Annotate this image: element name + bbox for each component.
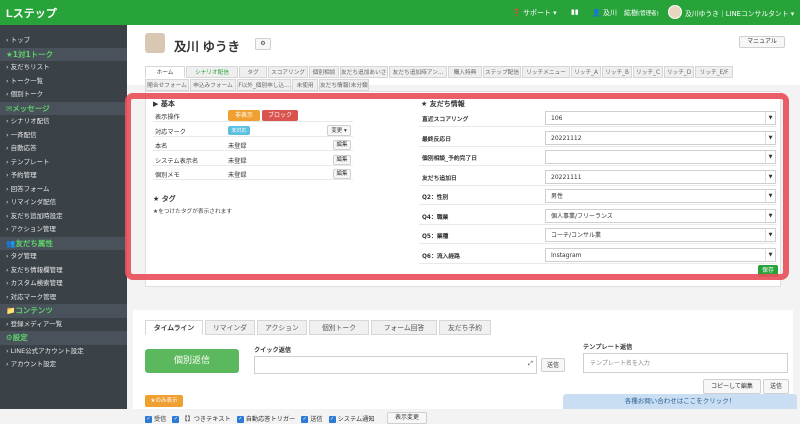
sidebar-item-14[interactable]: › アクション管理: [0, 223, 127, 237]
user-menu[interactable]: 👤 及川 紘樹(管理者): [592, 8, 659, 18]
sidebar-item-8[interactable]: › 自動応答: [0, 142, 127, 156]
sidebar-item-24[interactable]: › アカウント設定: [0, 358, 127, 372]
manual-button[interactable]: マニュアル: [739, 36, 785, 48]
tab2-4[interactable]: 友だち情報(未分類): [319, 79, 369, 91]
tab-5[interactable]: 友だち追加あいさ...: [340, 66, 388, 78]
sidebar-item-18[interactable]: › カスタム検索管理: [0, 277, 127, 291]
quick-reply-input[interactable]: [254, 356, 537, 374]
display-change-button[interactable]: 表示変更: [387, 412, 427, 424]
account-avatar[interactable]: [668, 5, 682, 19]
activity-tab-1[interactable]: リマインダ: [205, 320, 255, 335]
sidebar-item-0[interactable]: › トップ: [0, 34, 127, 48]
template-send-button[interactable]: 送信: [763, 379, 789, 394]
filter-label: 【】つきテキスト: [181, 416, 231, 423]
filter-checkbox[interactable]: ✓ 【】つきテキスト: [172, 415, 231, 423]
checkbox-checked-icon: ✓: [145, 415, 152, 423]
top-navbar: Lステップ ❓ サポート ▾ ▮▮ 👤 及川 紘樹(管理者) 及川ゆうき｜LIN…: [0, 0, 800, 25]
tab-12[interactable]: リッチ_C: [633, 66, 663, 78]
quick-send-button[interactable]: 送信: [541, 358, 565, 372]
tab-14[interactable]: リッチ_E/F: [695, 66, 733, 78]
activity-tab-5[interactable]: 友だち予約: [439, 320, 491, 335]
sidebar-item-13[interactable]: › 友だち追加時設定: [0, 210, 127, 224]
tab-10[interactable]: リッチ_A: [571, 66, 601, 78]
inquiry-banner[interactable]: 各種お問い合わせはここをクリック！: [563, 394, 797, 409]
profile-name: 及川 ゆうき: [174, 40, 240, 54]
filter-label: 送信: [310, 416, 323, 423]
tab-8[interactable]: ステップ配信: [483, 66, 521, 78]
profile-avatar: [145, 33, 165, 53]
tab2-3[interactable]: 未使用: [292, 79, 318, 91]
sidebar-section-1: ★1対1トーク: [0, 47, 127, 61]
sidebar: › トップ ★1対1トーク › 友だちリスト › トーク一覧 › 個別トーク ✉メッセージ…: [0, 25, 127, 409]
copy-edit-button[interactable]: コピーして編集: [703, 379, 761, 394]
template-reply-label: テンプレート返信: [583, 344, 633, 351]
tab-13[interactable]: リッチ_D: [664, 66, 694, 78]
sidebar-item-6[interactable]: › シナリオ配信: [0, 115, 127, 129]
sidebar-section-15: 👥友だち属性: [0, 236, 127, 250]
tab-7[interactable]: 購入特典: [448, 66, 482, 78]
tab-4[interactable]: 個別相談: [309, 66, 339, 78]
expand-icon[interactable]: ⤢: [525, 359, 536, 371]
tab-1[interactable]: シナリオ配信: [186, 66, 238, 78]
activity-tab-2[interactable]: アクション: [257, 320, 307, 335]
activity-tab-0[interactable]: タイムライン: [145, 320, 203, 335]
sidebar-item-4[interactable]: › 個別トーク: [0, 88, 127, 102]
support-menu[interactable]: ❓ サポート ▾: [512, 8, 557, 18]
app-logo[interactable]: Lステップ: [6, 5, 57, 21]
activity-tab-3[interactable]: 個別トーク: [309, 320, 369, 335]
checkbox-checked-icon: ✓: [328, 415, 336, 423]
tab2-2[interactable]: F以外_個別申し込...: [237, 79, 291, 91]
star-only-button[interactable]: ★のみ表示: [145, 395, 183, 407]
sidebar-item-10[interactable]: › 予約管理: [0, 169, 127, 183]
gear-icon[interactable]: ⚙: [255, 38, 271, 50]
quick-reply-label: クイック返信: [254, 347, 292, 354]
filter-label: 自動応答トリガー: [245, 416, 296, 423]
template-input[interactable]: テンプレート名を入力: [583, 353, 788, 373]
tab-6[interactable]: 友だち追加時アン...: [389, 66, 447, 78]
main-content: 及川 ゆうき ⚙ マニュアル ホーム シナリオ配信 タグ スコアリング 個別相談 友だち追…: [125, 25, 800, 424]
sidebar-item-11[interactable]: › 回答フォーム: [0, 183, 127, 197]
filter-checkbox[interactable]: ✓ 受信: [145, 415, 167, 423]
sidebar-item-23[interactable]: › LINE公式アカウント設定: [0, 345, 127, 359]
sidebar-item-3[interactable]: › トーク一覧: [0, 75, 127, 89]
sidebar-item-9[interactable]: › テンプレート: [0, 156, 127, 170]
sidebar-item-2[interactable]: › 友だちリスト: [0, 61, 127, 75]
tab-2[interactable]: タグ: [239, 66, 267, 78]
timeline-filters: ✓ 受信 ✓ 【】つきテキスト ✓ 自動応答トリガー ✓ 送信 ✓ システム通知: [145, 414, 381, 423]
tab2-1[interactable]: 申込みフォーム: [190, 79, 236, 91]
checkbox-checked-icon: ✓: [301, 415, 309, 423]
stats-icon[interactable]: ▮▮: [571, 8, 579, 16]
sidebar-item-21[interactable]: › 登録メディア一覧: [0, 318, 127, 332]
filter-checkbox[interactable]: ✓ 送信: [301, 415, 323, 423]
checkbox-checked-icon: ✓: [236, 415, 244, 423]
tab-11[interactable]: リッチ_B: [602, 66, 632, 78]
sidebar-item-12[interactable]: › リマインダ配信: [0, 196, 127, 210]
sidebar-item-19[interactable]: › 対応マーク管理: [0, 291, 127, 305]
filter-label: 受信: [154, 416, 167, 423]
highlight-frame: [125, 93, 789, 280]
sidebar-section-5: ✉メッセージ: [0, 101, 127, 115]
user-icon: 👤: [592, 9, 601, 17]
sidebar-item-7[interactable]: › 一斉配信: [0, 129, 127, 143]
activity-tab-4[interactable]: フォーム回答: [371, 320, 437, 335]
checkbox-checked-icon: ✓: [172, 415, 180, 423]
filter-checkbox[interactable]: ✓ システム通知: [328, 415, 375, 423]
individual-reply-button[interactable]: 個別返信: [145, 349, 239, 373]
tab-3[interactable]: スコアリング: [268, 66, 308, 78]
filter-checkbox[interactable]: ✓ 自動応答トリガー: [236, 415, 296, 423]
tab-0[interactable]: ホーム: [145, 66, 185, 78]
sidebar-item-16[interactable]: › タグ管理: [0, 250, 127, 264]
sidebar-item-17[interactable]: › 友だち情報欄管理: [0, 264, 127, 278]
tab2-0[interactable]: 閲合せフォーム: [145, 79, 189, 91]
account-menu[interactable]: 及川ゆうき｜LINEコンサルタント ▾: [685, 8, 794, 18]
filter-label: システム通知: [337, 416, 375, 423]
tab-9[interactable]: リッチメニュー: [522, 66, 570, 78]
sidebar-section-20: 📁コンテンツ: [0, 304, 127, 318]
help-icon: ❓: [512, 9, 521, 17]
sidebar-section-22: ⚙設定: [0, 331, 127, 345]
